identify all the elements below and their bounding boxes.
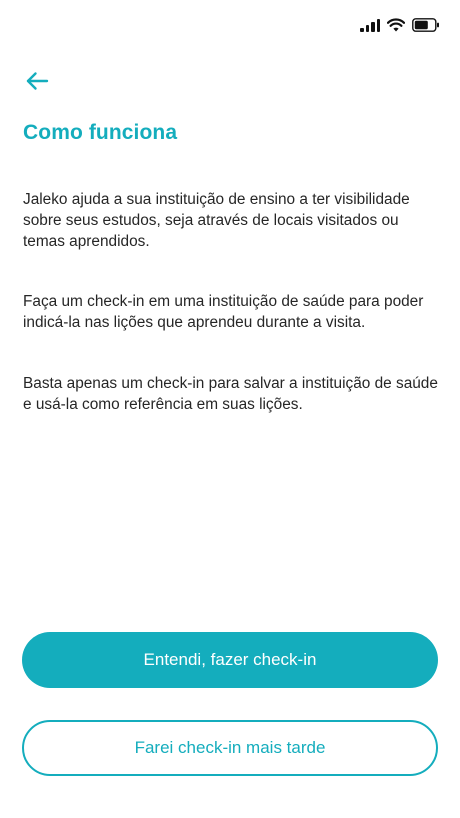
back-button[interactable] <box>20 68 54 98</box>
check-in-now-button[interactable]: Entendi, fazer check-in <box>22 632 438 688</box>
wifi-icon <box>387 18 405 32</box>
description-paragraph-3: Basta apenas um check-in para salvar a i… <box>23 375 438 413</box>
status-icons <box>360 18 440 32</box>
status-bar <box>0 0 460 56</box>
description-paragraph-1: Jaleko ajuda a sua instituição de ensino… <box>23 191 410 250</box>
page-title: Como funciona <box>23 121 178 144</box>
check-in-now-label: Entendi, fazer check-in <box>143 650 317 669</box>
battery-icon <box>412 18 440 32</box>
description-paragraph-2: Faça um check-in em uma instituição de s… <box>23 293 424 331</box>
arrow-left-icon <box>25 71 49 96</box>
signal-icon <box>360 18 380 32</box>
check-in-later-label: Farei check-in mais tarde <box>134 738 326 757</box>
check-in-later-button[interactable]: Farei check-in mais tarde <box>22 720 438 776</box>
